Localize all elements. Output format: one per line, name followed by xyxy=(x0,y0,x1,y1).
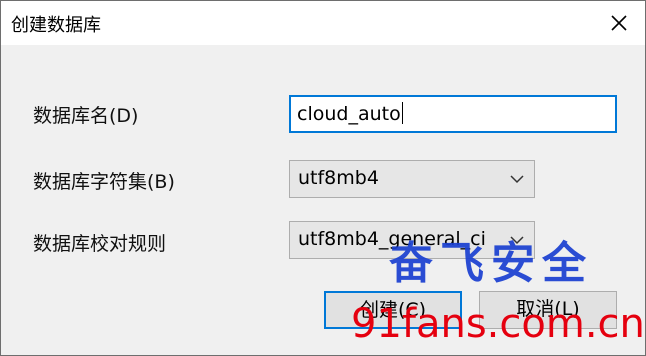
watermark-chinese: 奋飞安全 xyxy=(389,238,593,289)
title-bar: 创建数据库 xyxy=(1,1,645,45)
dialog-title: 创建数据库 xyxy=(11,15,101,36)
charset-selected-value: utf8mb4 xyxy=(298,167,379,189)
watermark-site: 91fans.com.cn xyxy=(351,301,645,347)
charset-select[interactable]: utf8mb4 xyxy=(289,160,535,198)
create-database-dialog: 创建数据库 数据库名(D) cloud_auto 数据库字符集(B) utf8m… xyxy=(0,0,646,356)
text-caret xyxy=(401,102,403,124)
chevron-down-icon xyxy=(510,175,524,184)
database-name-label: 数据库名(D) xyxy=(33,105,139,127)
database-name-input[interactable]: cloud_auto xyxy=(289,95,617,133)
close-icon xyxy=(611,15,627,31)
close-button[interactable] xyxy=(603,7,635,39)
charset-label: 数据库字符集(B) xyxy=(33,171,175,193)
collation-label: 数据库校对规则 xyxy=(33,233,167,255)
database-name-value: cloud_auto xyxy=(297,103,401,125)
